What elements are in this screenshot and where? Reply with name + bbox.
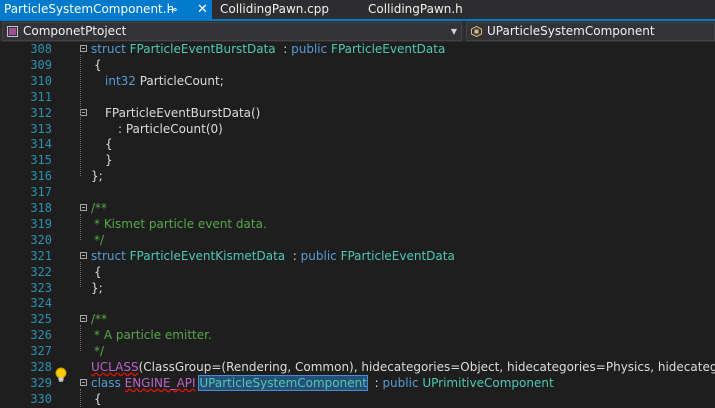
line-number: 322 [30, 264, 52, 279]
code-line[interactable]: 318 /** [0, 200, 715, 216]
line-number: 317 [30, 185, 52, 200]
navigation-bar: ComponetPtoject ▼ UParticleSystemCompone… [0, 21, 715, 43]
line-number: 325 [30, 312, 52, 327]
line-number: 315 [30, 153, 52, 168]
code-line[interactable]: 313 : ParticleCount(0) [0, 121, 715, 137]
close-icon[interactable]: ✕ [197, 0, 208, 19]
code-line[interactable]: 316}; [0, 168, 715, 184]
code-text: }; [91, 280, 103, 295]
code-line[interactable]: 310 int32 ParticleCount; [0, 73, 715, 89]
code-line[interactable]: 311 [0, 89, 715, 105]
outline-guide [80, 325, 82, 352]
code-text: */ [94, 344, 105, 359]
pin-icon[interactable]: ⊸ [168, 0, 177, 19]
code-text: UCLASS(ClassGroup=(Rendering, Common), h… [91, 360, 715, 374]
code-text: struct FParticleEventKismetData : public… [91, 248, 455, 263]
document-tab-bar: ParticleSystemComponent.h ⊸ ✕ CollidingP… [0, 0, 715, 19]
line-number: 311 [30, 89, 52, 104]
line-number: 327 [30, 344, 52, 359]
outline-guide [80, 214, 82, 240]
line-number: 326 [30, 328, 52, 343]
cpp-project-icon [7, 26, 18, 37]
code-text: FParticleEventBurstData() [105, 105, 261, 120]
line-number: 323 [30, 280, 52, 295]
code-line[interactable]: 309 { [0, 57, 715, 73]
line-number: 314 [30, 137, 52, 152]
code-editor[interactable]: 308 struct FParticleEventBurstData : publ… [0, 42, 715, 408]
code-line[interactable]: 312 FParticleEventBurstData() [0, 105, 715, 121]
code-line[interactable]: 315} [0, 152, 715, 168]
tab-title: CollidingPawn.cpp [220, 2, 330, 16]
code-text: /** [91, 312, 108, 327]
code-text: struct FParticleEventBurstData : public … [91, 42, 446, 56]
chevron-down-icon: ▼ [450, 27, 457, 36]
collapse-icon[interactable] [80, 251, 87, 259]
code-text: : ParticleCount(0) [118, 121, 223, 136]
code-line[interactable]: 329 class ENGINE_API UParticleSystemCompo… [0, 374, 715, 391]
outline-guide [80, 261, 82, 288]
tab-title: ParticleSystemComponent.h [4, 2, 175, 16]
tab-collidingpawn-h[interactable]: CollidingPawn.h [362, 0, 502, 19]
code-line[interactable]: 326 * A particle emitter. [0, 327, 715, 343]
lightbulb-icon[interactable] [54, 367, 68, 383]
line-number: 312 [30, 105, 52, 120]
line-number: 330 [30, 391, 52, 406]
code-text: */ [94, 232, 105, 247]
scope-label: UParticleSystemComponent [487, 24, 655, 38]
code-text: int32 ParticleCount; [105, 73, 224, 88]
line-number: 309 [30, 57, 52, 72]
code-text: }; [91, 169, 103, 184]
line-number: 313 [30, 121, 52, 136]
code-text: { [94, 264, 102, 279]
code-line[interactable]: 325 /** [0, 311, 715, 327]
line-number: 310 [30, 73, 52, 88]
outline-guide [80, 388, 82, 408]
line-number: 319 [30, 216, 52, 231]
code-text: { [94, 391, 102, 406]
line-number: 318 [30, 201, 52, 215]
line-number: 328 [30, 360, 52, 374]
collapse-icon[interactable] [80, 315, 87, 323]
code-text: * A particle emitter. [94, 328, 212, 343]
line-number: 316 [30, 169, 52, 184]
code-text: class ENGINE_API UParticleSystemComponen… [91, 374, 554, 391]
code-line[interactable]: 314 { [0, 136, 715, 152]
line-number: 308 [30, 42, 52, 56]
line-number: 320 [30, 232, 52, 247]
line-number: 329 [30, 375, 52, 390]
code-text: { [105, 137, 113, 152]
class-icon [471, 26, 482, 37]
collapse-icon[interactable] [80, 45, 87, 52]
code-text: { [94, 57, 102, 72]
code-line[interactable]: 328 UCLASS(ClassGroup=(Rendering, Common)… [0, 359, 715, 375]
code-line[interactable]: 320 */ [0, 232, 715, 248]
code-line[interactable]: 317 [0, 184, 715, 200]
tab-collidingpawn-cpp[interactable]: CollidingPawn.cpp [212, 0, 362, 19]
code-line[interactable]: 321 struct FParticleEventKismetData : pub… [0, 248, 715, 264]
line-number: 321 [30, 248, 52, 263]
code-line[interactable]: 319 * Kismet particle event data. [0, 216, 715, 232]
project-dropdown[interactable]: ComponetPtoject ▼ [2, 22, 462, 41]
code-text: /** [91, 201, 108, 215]
line-number: 324 [30, 296, 52, 311]
outline-guide [80, 55, 82, 177]
code-line[interactable]: 308 struct FParticleEventBurstData : publ… [0, 42, 715, 57]
tab-title: CollidingPawn.h [368, 2, 463, 16]
code-line[interactable]: 330 { [0, 391, 715, 407]
code-line[interactable]: 324 [0, 295, 715, 311]
code-text: * Kismet particle event data. [94, 216, 267, 231]
project-label: ComponetPtoject [23, 24, 127, 38]
collapse-icon[interactable] [80, 204, 87, 211]
code-line[interactable]: 323}; [0, 280, 715, 296]
collapse-icon[interactable] [80, 378, 87, 386]
code-line[interactable]: 322 { [0, 264, 715, 280]
code-line[interactable]: 327 */ [0, 343, 715, 359]
scope-dropdown[interactable]: UParticleSystemComponent [466, 22, 715, 41]
tab-particlesystemcomponent-h[interactable]: ParticleSystemComponent.h ⊸ ✕ [0, 0, 212, 19]
code-text: } [105, 153, 113, 168]
